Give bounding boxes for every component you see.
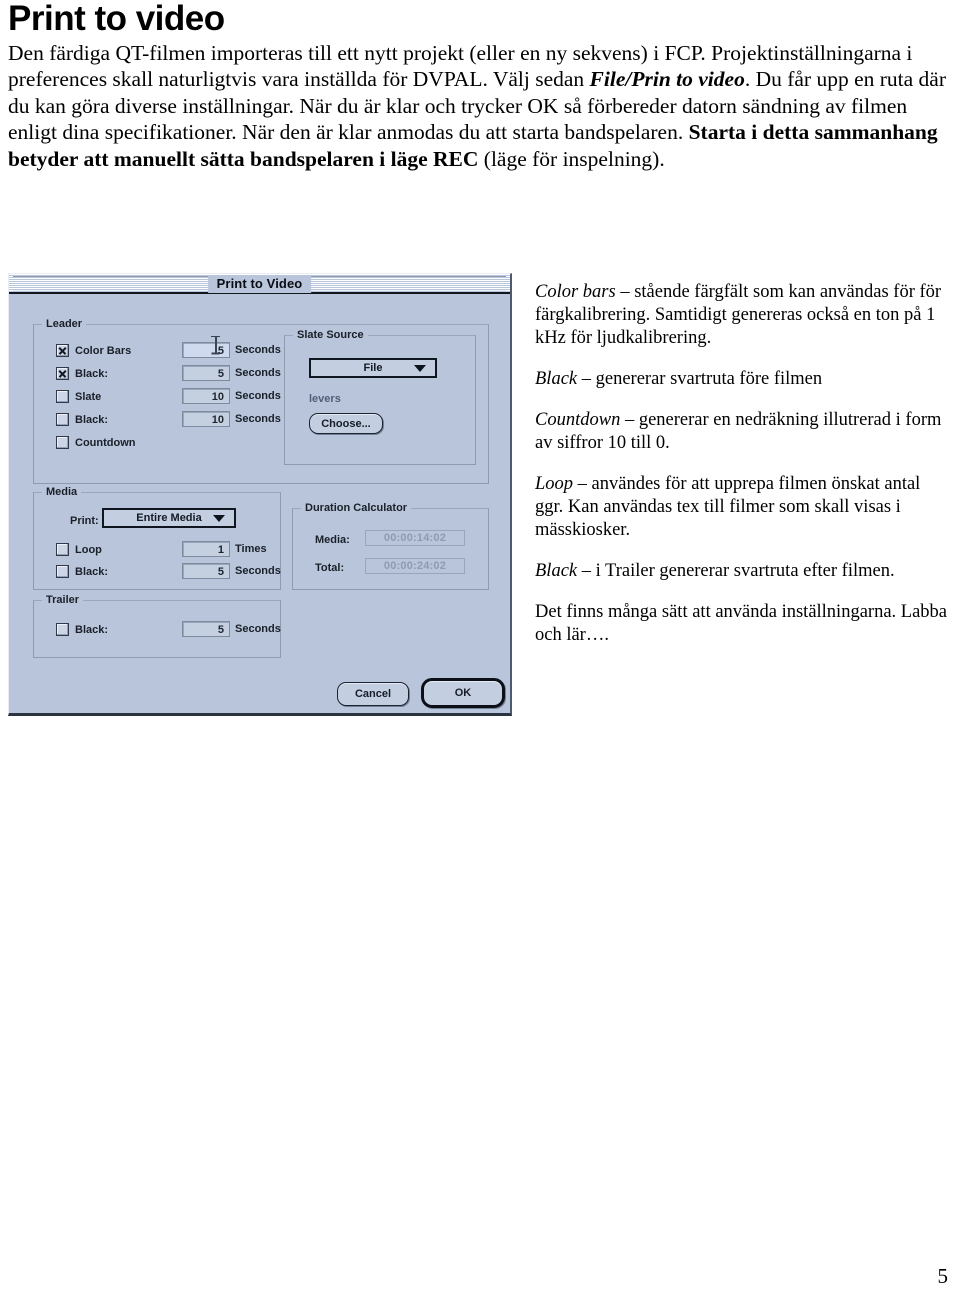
duration-calculator-group: Duration Calculator Media: 00:00:14:02 T… [292,502,489,590]
note-text: – i Trailer genererar svartruta efter fi… [577,561,895,581]
note-countdown: Countdown – genererar en nedräkning illu… [535,409,950,455]
checkbox-leader-black-1[interactable] [56,367,69,380]
note-text: – genererar svartruta före filmen [577,369,823,389]
checkbox-slate[interactable] [56,390,69,403]
trailer-group: Trailer Black: 5 Seconds [33,594,281,658]
note-text: Det finns många sätt att använda inställ… [535,602,948,645]
checkbox-media-black[interactable] [56,565,69,578]
leader-color-bars-seconds-input[interactable]: 5 [182,342,230,358]
note-term: Black [535,369,578,389]
note-black-trailer: Black – i Trailer genererar svartruta ef… [535,560,950,583]
leader-slate-row[interactable]: Slate [56,388,101,405]
cancel-button-label: Cancel [354,688,392,700]
slate-source-popup-value: File [363,362,383,374]
media-loop-row[interactable]: Loop [56,541,102,558]
media-group-legend: Media [42,486,82,498]
leader-slate-unit: Seconds [235,390,281,402]
leader-countdown-row[interactable]: Countdown [56,434,135,451]
duration-calculator-legend: Duration Calculator [301,502,412,514]
media-loop-times-input[interactable]: 1 [182,541,230,557]
duration-total-label: Total: [315,562,345,574]
leader-group: Leader Color Bars 5 Seconds Black: 5 Sec… [33,318,489,484]
trailer-group-legend: Trailer [42,594,84,606]
trailer-black-label: Black: [75,623,109,636]
note-loop: Loop – användes för att upprepa filmen ö… [535,473,950,542]
note-term: Black [535,561,578,581]
intro-menu-path: File/Prin to video [589,67,745,92]
note-term: Loop [535,474,574,494]
note-closing: Det finns många sätt att använda inställ… [535,601,950,647]
leader-black-2-unit: Seconds [235,413,281,425]
media-black-label: Black: [75,565,109,578]
duration-media-value: 00:00:14:02 [365,530,465,546]
note-color-bars: Color bars – stående färgfält som kan an… [535,281,950,350]
dialog-titlebar[interactable]: Print to Video [9,274,510,294]
media-print-label: Print: [70,515,99,527]
media-black-seconds-input[interactable]: 5 [182,563,230,579]
leader-black-2-row[interactable]: Black: [56,411,108,428]
checkbox-loop[interactable] [56,543,69,556]
media-print-popup-value: Entire Media [136,512,202,524]
checkbox-color-bars[interactable] [56,344,69,357]
leader-black-1-row[interactable]: Black: [56,365,108,382]
leader-slate-seconds-input[interactable]: 10 [182,388,230,404]
leader-black-2-seconds-input[interactable]: 10 [182,411,230,427]
ok-button[interactable]: OK [421,678,505,708]
print-to-video-dialog: Print to Video Leader Color Bars 5 Secon… [8,273,512,716]
note-term: Color bars [535,282,616,302]
slate-source-legend: Slate Source [293,329,368,341]
media-loop-label: Loop [75,543,102,556]
intro-paragraph: Den färdiga QT-filmen importeras till et… [8,40,948,172]
leader-countdown-label: Countdown [75,436,136,449]
checkbox-trailer-black[interactable] [56,623,69,636]
trailer-black-seconds-input[interactable]: 5 [182,621,230,637]
note-text: – användes för att upprepa filmen önskat… [535,474,921,540]
leader-color-bars-row[interactable]: Color Bars [56,342,131,359]
chevron-down-icon [213,515,225,522]
choose-button-label: Choose... [321,417,371,430]
leader-slate-label: Slate [75,390,102,403]
choose-button[interactable]: Choose... [309,413,383,434]
note-term: Countdown [535,410,621,430]
leader-black-1-unit: Seconds [235,367,281,379]
chevron-down-icon [414,365,426,372]
cancel-button[interactable]: Cancel [337,682,409,706]
intro-text-part-3: (läge för inspelning). [478,146,665,171]
page-title: Print to video [8,0,225,38]
duration-total-value: 00:00:24:02 [365,558,465,574]
media-print-popup[interactable]: Entire Media [102,508,237,529]
leader-color-bars-unit: Seconds [235,344,281,356]
trailer-black-unit: Seconds [235,623,281,635]
dialog-body: Leader Color Bars 5 Seconds Black: 5 Sec… [9,296,510,713]
slate-source-popup[interactable]: File [309,358,438,379]
leader-group-legend: Leader [42,318,87,330]
page-number: 5 [937,1264,949,1288]
trailer-black-row[interactable]: Black: [56,621,108,638]
leader-black-2-label: Black: [75,413,109,426]
checkbox-leader-black-2[interactable] [56,413,69,426]
leader-color-bars-label: Color Bars [75,344,132,357]
dialog-title: Print to Video [207,275,312,293]
ok-button-label: OK [454,687,472,699]
slate-source-group: Slate Source File levers Choose... [284,329,476,465]
annotations-list: Color bars – stående färgfält som kan an… [535,281,950,665]
leader-black-1-label: Black: [75,367,109,380]
slate-source-filename: levers [309,393,341,405]
media-black-row[interactable]: Black: [56,563,108,580]
checkbox-countdown[interactable] [56,436,69,449]
leader-black-1-seconds-input[interactable]: 5 [182,365,230,381]
note-black-leader: Black – genererar svartruta före filmen [535,368,950,391]
media-loop-unit: Times [235,543,267,555]
print-to-video-dialog-image: Print to Video Leader Color Bars 5 Secon… [8,273,512,716]
media-group: Media Print: Entire Media Loop 1 Times B… [33,486,281,590]
duration-media-label: Media: [315,534,350,546]
media-black-unit: Seconds [235,565,281,577]
